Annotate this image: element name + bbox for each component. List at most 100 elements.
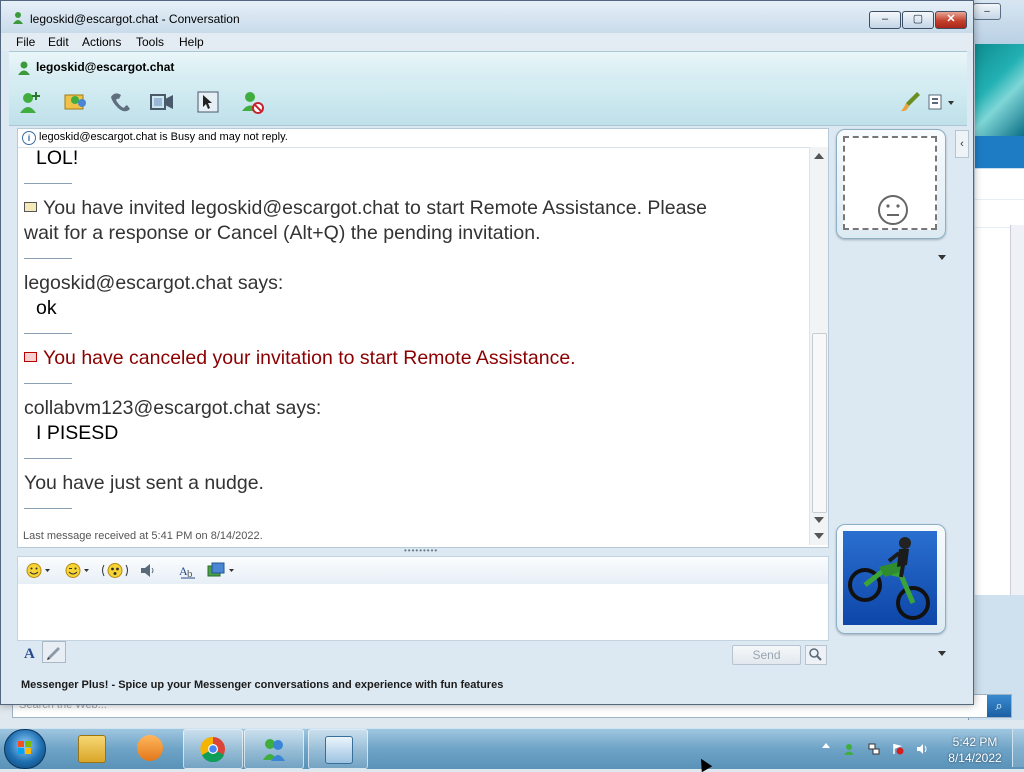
start-button[interactable]: [4, 729, 46, 769]
scroll-thumb[interactable]: [812, 333, 827, 513]
taskbar-conversation[interactable]: [308, 729, 368, 769]
message-separator: [24, 508, 72, 509]
taskbar-media-player[interactable]: [121, 729, 179, 767]
volume-icon[interactable]: [916, 743, 928, 755]
menu-edit[interactable]: Edit: [48, 35, 69, 49]
invite-contact-icon[interactable]: [17, 89, 43, 115]
taskbar-explorer[interactable]: [62, 729, 120, 767]
titlebar[interactable]: legoskid@escargot.chat - Conversation – …: [1, 1, 973, 33]
contact-display-picture[interactable]: [836, 129, 946, 239]
collapse-panel-button[interactable]: ‹: [955, 130, 969, 158]
menu-file[interactable]: File: [16, 35, 35, 49]
message-separator: [24, 183, 72, 184]
share-files-icon[interactable]: [63, 89, 89, 115]
taskbar-messenger[interactable]: [244, 729, 304, 769]
emoticon-icon[interactable]: [25, 562, 51, 579]
contact-picture-menu-arrow[interactable]: [938, 255, 946, 260]
background-window-titlebar: –: [969, 0, 1024, 44]
clock-time: 5:42 PM: [952, 735, 998, 749]
invite-text-line2: wait for a response or Cancel (Alt+Q) th…: [24, 222, 541, 244]
font-style-icon[interactable]: A b: [178, 562, 198, 579]
scroll-down-arrow[interactable]: [814, 517, 824, 523]
message-sender: legoskid@escargot.chat says:: [24, 272, 284, 294]
maximize-button[interactable]: ▢: [902, 11, 934, 29]
show-desktop-button[interactable]: [1012, 729, 1024, 767]
chat-history: i legoskid@escargot.chat is Busy and may…: [17, 128, 829, 548]
search-button[interactable]: [805, 645, 827, 665]
font-icon[interactable]: A: [21, 643, 41, 661]
messenger-buddy-icon: [13, 12, 23, 24]
resize-grip[interactable]: •••••••••: [404, 547, 438, 555]
info-icon: i: [22, 131, 36, 145]
input-bottom-row: A: [17, 641, 827, 667]
block-contact-icon[interactable]: [239, 89, 265, 115]
contact-picture-placeholder: [843, 136, 937, 230]
window-title: legoskid@escargot.chat - Conversation: [30, 12, 240, 26]
message-separator: [24, 333, 72, 334]
taskbar-chrome[interactable]: [183, 729, 243, 769]
message-sender: collabvm123@escargot.chat says:: [24, 397, 322, 419]
message-separator: [24, 258, 72, 259]
background-banner-image: [975, 44, 1024, 136]
background-window: –: [968, 0, 1024, 720]
conversation-toolbar: [9, 81, 967, 126]
nudge-message: You have just sent a nudge.: [24, 472, 264, 494]
messenger-plus-banner[interactable]: Messenger Plus! - Spice up your Messenge…: [9, 677, 967, 695]
menu-help[interactable]: Help: [179, 35, 204, 49]
background-scrollbar[interactable]: [1010, 225, 1024, 595]
file-explorer-icon: [78, 735, 106, 763]
my-picture-menu-arrow[interactable]: [938, 651, 946, 656]
message-input[interactable]: [17, 584, 829, 641]
last-message-timestamp: Last message received at 5:41 PM on 8/14…: [23, 530, 263, 542]
neutral-face-icon: [878, 195, 908, 225]
remote-assistance-icon[interactable]: [195, 89, 221, 115]
menu-actions[interactable]: Actions: [82, 35, 121, 49]
web-search-button[interactable]: ⌕: [987, 695, 1011, 717]
conversation-header: legoskid@escargot.chat: [9, 51, 967, 82]
message-text: I PISESD: [36, 422, 119, 444]
status-notice-bar: i legoskid@escargot.chat is Busy and may…: [18, 129, 828, 148]
voice-clip-icon[interactable]: [138, 562, 158, 579]
cancel-invitation-icon: [24, 351, 37, 362]
messenger-icon: [263, 739, 285, 761]
clock-date: 8/14/2022: [948, 751, 1002, 765]
send-button[interactable]: Send: [732, 645, 801, 665]
minimize-button[interactable]: –: [869, 11, 901, 29]
background-icon[interactable]: [206, 562, 236, 579]
invitation-icon: [24, 201, 37, 212]
taskbar-clock[interactable]: 5:42 PM 8/14/2022: [944, 734, 1006, 766]
wink-icon[interactable]: [64, 562, 90, 579]
windows-logo-icon: [18, 741, 31, 754]
conversation-window-icon: [325, 736, 353, 764]
menu-bar: File Edit Actions Tools Help: [1, 33, 973, 51]
scroll-up-arrow[interactable]: [814, 153, 824, 159]
system-message: You have invited legoskid@escargot.chat …: [24, 197, 707, 220]
action-center-icon[interactable]: [892, 743, 904, 755]
conversation-window: legoskid@escargot.chat - Conversation – …: [0, 0, 974, 705]
background-minimize-button[interactable]: –: [973, 3, 1001, 20]
scroll-end-arrow[interactable]: [814, 533, 824, 539]
close-button[interactable]: ✕: [935, 11, 967, 29]
handwriting-icon[interactable]: [42, 641, 66, 663]
call-icon[interactable]: [107, 89, 133, 115]
video-call-icon[interactable]: [149, 89, 175, 115]
background-brush-icon[interactable]: [897, 89, 923, 115]
my-display-picture[interactable]: [836, 524, 946, 634]
cancel-text: You have canceled your invitation to sta…: [43, 347, 576, 369]
message-separator: [24, 458, 72, 459]
media-player-icon: [137, 735, 163, 761]
message-text: ok: [36, 297, 57, 319]
menu-tools[interactable]: Tools: [136, 35, 164, 49]
nudge-icon[interactable]: [101, 562, 129, 579]
display-options-icon[interactable]: [925, 89, 959, 115]
messenger-plus-text: Messenger Plus! - Spice up your Messenge…: [21, 679, 504, 691]
show-hidden-icons-icon[interactable]: [822, 743, 830, 748]
messenger-tray-icon[interactable]: [843, 743, 855, 755]
format-toolbar: A b: [17, 556, 829, 586]
search-icon: [809, 648, 822, 661]
chat-scrollbar[interactable]: [809, 147, 828, 545]
contact-status-icon: [18, 61, 30, 75]
network-icon[interactable]: [868, 743, 880, 755]
invite-text-line1: You have invited legoskid@escargot.chat …: [43, 197, 708, 219]
message-text: LOL!: [36, 147, 79, 169]
